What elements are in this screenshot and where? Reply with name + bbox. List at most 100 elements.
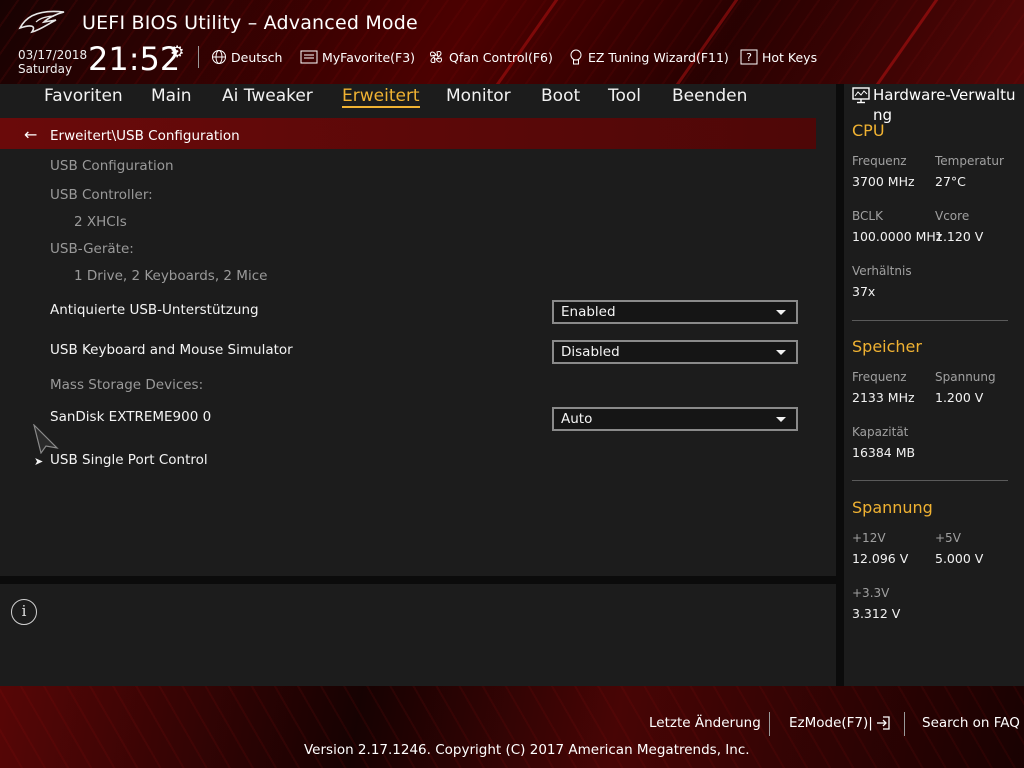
mem-freq-label: Frequenz	[852, 370, 907, 384]
legacy-usb-support-dropdown[interactable]: Enabled	[552, 300, 798, 324]
section-divider	[852, 320, 1008, 321]
last-change-button[interactable]: Letzte Änderung	[649, 715, 761, 731]
hotkey-icon: ?	[740, 49, 758, 65]
hardware-monitor-panel: Hardware-Verwaltung CPU Frequenz Tempera…	[844, 84, 1024, 686]
ez-mode-button[interactable]: EzMode(F7)|	[789, 715, 891, 731]
hardware-monitor-title: Hardware-Verwaltung	[873, 86, 1016, 124]
cpu-freq-label: Frequenz	[852, 154, 907, 168]
vcore-value: 1.120 V	[935, 229, 984, 244]
kbd-mouse-simulator-value: Disabled	[561, 344, 620, 360]
cpu-heading: CPU	[852, 121, 885, 140]
v33-value: 3.312 V	[852, 606, 901, 621]
section-divider	[852, 480, 1008, 481]
tab-boot[interactable]: Boot	[541, 86, 580, 106]
tab-monitor[interactable]: Monitor	[446, 86, 511, 106]
footer-bar: Letzte Änderung EzMode(F7)| Search on FA…	[0, 686, 1024, 768]
footer-separator	[769, 712, 770, 736]
legacy-usb-support-label[interactable]: Antiquierte USB-Unterstützung	[50, 302, 259, 318]
sandisk-device-dropdown[interactable]: Auto	[552, 407, 798, 431]
bulb-icon	[570, 49, 582, 65]
favorite-icon	[300, 50, 318, 64]
language-button[interactable]: Deutsch	[211, 48, 282, 66]
bclk-label: BCLK	[852, 209, 883, 223]
globe-icon	[212, 50, 226, 64]
fan-icon	[430, 51, 442, 63]
rog-logo-icon	[18, 10, 65, 34]
language-label: Deutsch	[231, 49, 283, 65]
exit-arrow-icon	[876, 716, 890, 730]
my-favorite-label: MyFavorite(F3)	[322, 49, 416, 65]
bclk-value: 100.0000 MHz	[852, 229, 943, 244]
back-arrow-icon[interactable]: ←	[24, 125, 37, 144]
vcore-label: Vcore	[935, 209, 970, 223]
ez-tuning-wizard-button[interactable]: EZ Tuning Wizard(F11)	[568, 48, 729, 66]
settings-panel: ← Erweitert\USB Configuration USB Config…	[0, 114, 836, 576]
ez-tuning-wizard-label: EZ Tuning Wizard(F11)	[588, 49, 729, 65]
breadcrumb: Erweitert\USB Configuration	[50, 128, 240, 144]
usb-devices-label: USB-Geräte:	[50, 241, 134, 257]
hot-keys-button[interactable]: ? Hot Keys	[740, 48, 817, 66]
cursor-icon	[33, 424, 59, 454]
day-display: Saturday	[18, 62, 73, 76]
clock-display[interactable]: 21:52	[88, 40, 180, 78]
ratio-label: Verhältnis	[852, 264, 912, 278]
ratio-value: 37x	[852, 284, 876, 299]
header-decoration	[860, 0, 943, 84]
v33-label: +3.3V	[852, 586, 890, 600]
chevron-down-icon	[776, 350, 786, 355]
voltage-heading: Spannung	[852, 498, 933, 517]
v12-value: 12.096 V	[852, 551, 909, 566]
help-panel: i	[0, 584, 836, 686]
monitor-icon	[852, 87, 870, 104]
mem-freq-value: 2133 MHz	[852, 390, 915, 405]
usb-configuration-heading: USB Configuration	[50, 158, 174, 174]
tab-tool[interactable]: Tool	[608, 86, 641, 106]
v5-value: 5.000 V	[935, 551, 984, 566]
tab-favoriten[interactable]: Favoriten	[44, 86, 123, 106]
breadcrumb-bar: ← Erweitert\USB Configuration	[0, 118, 816, 149]
qfan-control-button[interactable]: Qfan Control(F6)	[427, 48, 553, 66]
tab-beenden[interactable]: Beenden	[672, 86, 747, 106]
info-icon: i	[11, 599, 37, 625]
cpu-temp-label: Temperatur	[935, 154, 1004, 168]
usb-single-port-control-link[interactable]: USB Single Port Control	[50, 452, 208, 468]
cpu-freq-value: 3700 MHz	[852, 174, 915, 189]
memory-heading: Speicher	[852, 337, 922, 356]
mem-volt-label: Spannung	[935, 370, 996, 384]
ez-mode-label: EzMode(F7)|	[789, 715, 873, 731]
usb-controller-label: USB Controller:	[50, 187, 153, 203]
header-decoration	[660, 0, 743, 84]
header-separator	[198, 46, 199, 68]
my-favorite-button[interactable]: MyFavorite(F3)	[300, 48, 415, 66]
usb-devices-value: 1 Drive, 2 Keyboards, 2 Mice	[74, 268, 268, 284]
tab-main[interactable]: Main	[151, 86, 192, 106]
header-bar: UEFI BIOS Utility – Advanced Mode 03/17/…	[0, 0, 1024, 84]
gear-icon[interactable]: ⚙	[170, 42, 184, 61]
kbd-mouse-simulator-label[interactable]: USB Keyboard and Mouse Simulator	[50, 342, 293, 358]
date-display: 03/17/2018	[18, 48, 88, 62]
v5-label: +5V	[935, 531, 961, 545]
mass-storage-devices-label: Mass Storage Devices:	[50, 377, 204, 393]
app-title: UEFI BIOS Utility – Advanced Mode	[82, 12, 418, 34]
cpu-temp-value: 27°C	[935, 174, 966, 189]
search-faq-button[interactable]: Search on FAQ	[922, 715, 1020, 731]
hot-keys-label: Hot Keys	[762, 49, 818, 65]
mem-capacity-value: 16384 MB	[852, 445, 916, 460]
mem-capacity-label: Kapazität	[852, 425, 909, 439]
chevron-down-icon	[776, 310, 786, 315]
tab-erweitert[interactable]: Erweitert	[342, 86, 420, 108]
legacy-usb-support-value: Enabled	[561, 304, 616, 320]
kbd-mouse-simulator-dropdown[interactable]: Disabled	[552, 340, 798, 364]
svg-text:?: ?	[746, 51, 752, 64]
chevron-down-icon	[776, 417, 786, 422]
sandisk-device-value: Auto	[561, 411, 593, 427]
main-menu-bar: Favoriten Main Ai Tweaker Erweitert Moni…	[0, 84, 836, 114]
usb-controller-value: 2 XHCIs	[74, 214, 127, 230]
mem-volt-value: 1.200 V	[935, 390, 984, 405]
tab-ai-tweaker[interactable]: Ai Tweaker	[222, 86, 313, 106]
sandisk-device-label[interactable]: SanDisk EXTREME900 0	[50, 409, 211, 425]
chevron-right-icon: ➤	[34, 455, 44, 468]
copyright-text: Version 2.17.1246. Copyright (C) 2017 Am…	[304, 742, 750, 758]
v12-label: +12V	[852, 531, 886, 545]
header-decoration	[480, 0, 563, 84]
